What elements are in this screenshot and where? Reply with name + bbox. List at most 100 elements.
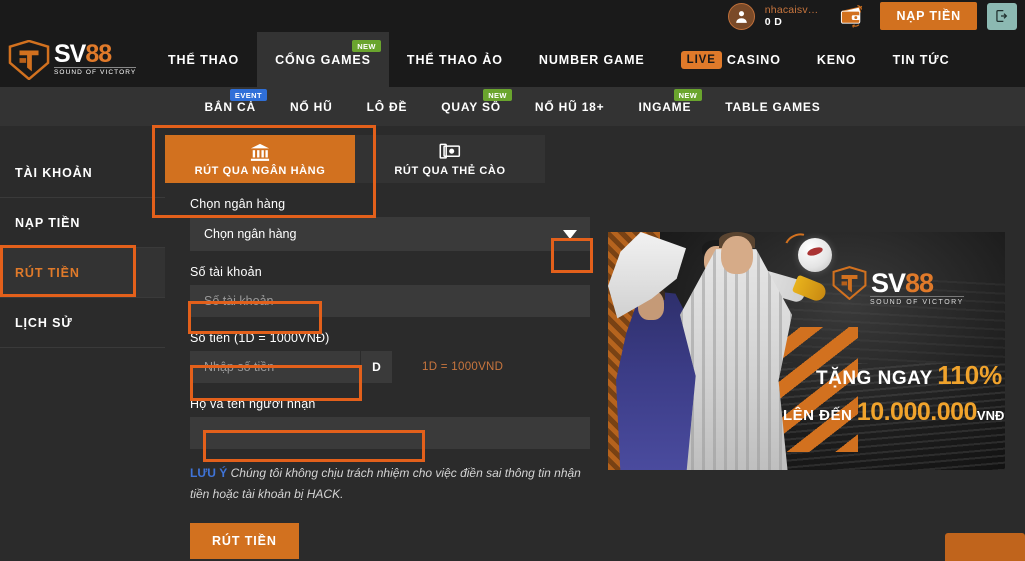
bank-field-label: Chọn ngân hàng [190, 197, 286, 211]
subnav-label: LÔ ĐỀ [366, 99, 408, 114]
sidebar-item-lich-su[interactable]: LỊCH SỬ [0, 298, 165, 347]
live-tag: LIVE [680, 50, 722, 69]
banner-bonus-line2: LÊN ĐẾN 10.000.000VNĐ [783, 398, 1004, 427]
nav-label: CỔNG GAMES [275, 52, 371, 67]
floating-corner-button[interactable] [945, 533, 1025, 561]
banner-goalkeeper-head [721, 236, 753, 274]
account-number-input[interactable] [190, 285, 590, 317]
subnav-item-table-games[interactable]: TABLE GAMES [708, 87, 837, 126]
nav-item-the-thao[interactable]: THỂ THAO [150, 32, 257, 87]
exchange-rate-hint: 1D = 1000VND [422, 361, 504, 373]
nav-item-tin-tuc[interactable]: TIN TỨC [875, 32, 968, 87]
sub-navigation: EVENT BẮN CÁ NỔ HŨ LÔ ĐỀ NEW QUAY SỐ NỔ … [0, 87, 1025, 126]
badge-new: NEW [673, 89, 703, 101]
main-nav-list: THỂ THAO NEW CỔNG GAMES THỂ THAO ẢO NUMB… [150, 32, 968, 87]
nav-item-keno[interactable]: KENO [799, 32, 875, 87]
subnav-label: TABLE GAMES [725, 99, 821, 114]
sidebar-item-label: TÀI KHOẢN [15, 165, 93, 180]
withdraw-submit-button[interactable]: RÚT TIỀN [190, 523, 299, 559]
warning-note: LƯU Ý Chúng tôi không chịu trách nhiệm c… [190, 463, 585, 505]
subnav-item-ban-ca[interactable]: EVENT BẮN CÁ [187, 87, 272, 126]
bank-select-value: Chọn ngân hàng [204, 227, 297, 241]
logo-tagline: SOUND OF VICTORY [54, 67, 137, 77]
recipient-name-label: Họ và tên người nhận [190, 397, 316, 411]
badge-new: NEW [483, 89, 512, 101]
banner-logo-orange: 88 [905, 267, 934, 298]
logo-name-white: SV [54, 39, 86, 68]
subnav-item-quay-so[interactable]: NEW QUAY SỐ [424, 87, 518, 126]
subnav-label: NỔ HŨ 18+ [534, 99, 605, 114]
nav-item-number-game[interactable]: NUMBER GAME [521, 32, 663, 87]
page-body: TÀI KHOẢN NẠP TIỀN RÚT TIỀN LỊCH SỬ RÚT … [0, 126, 1025, 561]
warning-note-text: Chúng tôi không chịu trách nhiệm cho việ… [190, 466, 581, 501]
sidebar-item-nap-tien[interactable]: NẠP TIỀN [0, 198, 165, 247]
nav-item-casino[interactable]: LIVE CASINO [663, 32, 799, 87]
sidebar-item-label: LỊCH SỬ [15, 315, 73, 330]
nav-label: KENO [816, 52, 857, 67]
main-navigation: SV88 SOUND OF VICTORY THỂ THAO NEW CỔNG … [0, 32, 1025, 87]
subnav-label: QUAY SỐ [441, 99, 501, 114]
withdraw-content: RÚT QUA NGÂN HÀNG RÚT QUA THẺ CÀO Chọn n… [165, 126, 1025, 561]
badge-event: EVENT [229, 89, 267, 101]
wallet-icon[interactable] [838, 4, 864, 28]
tab-label: RÚT QUA NGÂN HÀNG [194, 164, 326, 177]
banner-bonus-value2: 10.000.000 [856, 398, 978, 426]
account-field-label: Số tài khoản [190, 265, 262, 279]
banner-football-icon [798, 238, 832, 272]
logout-icon [996, 10, 1008, 22]
banner-bonus-line1: TẶNG NGAY 110% [816, 360, 1002, 391]
avatar[interactable] [727, 2, 755, 30]
subnav-label: BẮN CÁ [204, 99, 256, 114]
promo-banner[interactable]: SV88 SOUND OF VICTORY TẶNG NGAY 110% LÊN… [608, 232, 1005, 470]
bank-icon [250, 143, 270, 161]
nav-label: CASINO [726, 52, 781, 67]
subnav-item-no-hu[interactable]: NỔ HŨ [273, 87, 350, 126]
nav-label: NUMBER GAME [538, 52, 645, 67]
nav-label: THỂ THAO [168, 52, 240, 67]
balance-label: 0 D [764, 16, 783, 28]
withdraw-form: Chọn ngân hàng Chọn ngân hàng Số tài kho… [165, 183, 590, 559]
sv88-shield-icon [8, 39, 50, 80]
recipient-name-input[interactable] [190, 417, 590, 449]
logo-name-orange: 88 [85, 39, 112, 68]
subnav-label: NỔ HŨ [289, 99, 333, 114]
banner-bonus-unit: VNĐ [976, 408, 1005, 423]
amount-unit-suffix: D [360, 351, 392, 383]
sidebar-item-rut-tien[interactable]: RÚT TIỀN [0, 248, 165, 297]
tab-rut-qua-ngan-hang[interactable]: RÚT QUA NGÂN HÀNG [165, 135, 355, 183]
nav-item-the-thao-ao[interactable]: THỂ THAO ẢO [389, 32, 521, 87]
tab-rut-qua-the-cao[interactable]: RÚT QUA THẺ CÀO [355, 135, 545, 183]
nav-label: THỂ THAO ẢO [406, 52, 503, 67]
logout-button[interactable] [987, 2, 1017, 30]
subnav-item-ingame[interactable]: NEW INGAME [621, 87, 708, 126]
sidebar-item-label: RÚT TIỀN [15, 265, 80, 280]
amount-row: D 1D = 1000VND [190, 351, 575, 383]
bank-select[interactable]: Chọn ngân hàng [190, 217, 590, 251]
nav-item-cong-games[interactable]: NEW CỔNG GAMES [257, 32, 389, 87]
warning-note-label: LƯU Ý [190, 466, 228, 480]
page-root: nhacaisv… 0 D NẠP TIỀN SV88 SOUND OF VIC… [0, 0, 1025, 561]
subnav-item-no-hu-18[interactable]: NỔ HŨ 18+ [518, 87, 622, 126]
banner-shield-icon [832, 266, 867, 300]
subnav-item-lo-de[interactable]: LÔ ĐỀ [350, 87, 425, 126]
banner-logo-white: SV [871, 267, 906, 298]
deposit-button[interactable]: NẠP TIỀN [880, 2, 977, 30]
sidebar-item-tai-khoan[interactable]: TÀI KHOẢN [0, 148, 165, 197]
divider [0, 347, 165, 348]
top-header-bar: nhacaisv… 0 D NẠP TIỀN [0, 0, 1025, 32]
site-logo[interactable]: SV88 SOUND OF VICTORY [0, 32, 150, 87]
nav-label: TIN TỨC [892, 52, 950, 67]
tab-label: RÚT QUA THẺ CÀO [394, 164, 506, 177]
logo-text: SV88 SOUND OF VICTORY [54, 39, 137, 77]
user-avatar-icon [735, 10, 747, 23]
amount-input[interactable] [190, 351, 360, 383]
banner-logo-tagline: SOUND OF VICTORY [870, 296, 964, 306]
badge-new: NEW [352, 40, 381, 52]
subnav-label: INGAME [638, 99, 692, 114]
sidebar-item-label: NẠP TIỀN [15, 215, 81, 230]
account-sidebar: TÀI KHOẢN NẠP TIỀN RÚT TIỀN LỊCH SỬ [0, 126, 165, 561]
bank-select-arrow[interactable] [550, 217, 590, 251]
chevron-down-icon [563, 229, 577, 239]
banner-bonus-value1: 110% [937, 360, 1003, 390]
banner-logo: SV88 [832, 266, 934, 300]
